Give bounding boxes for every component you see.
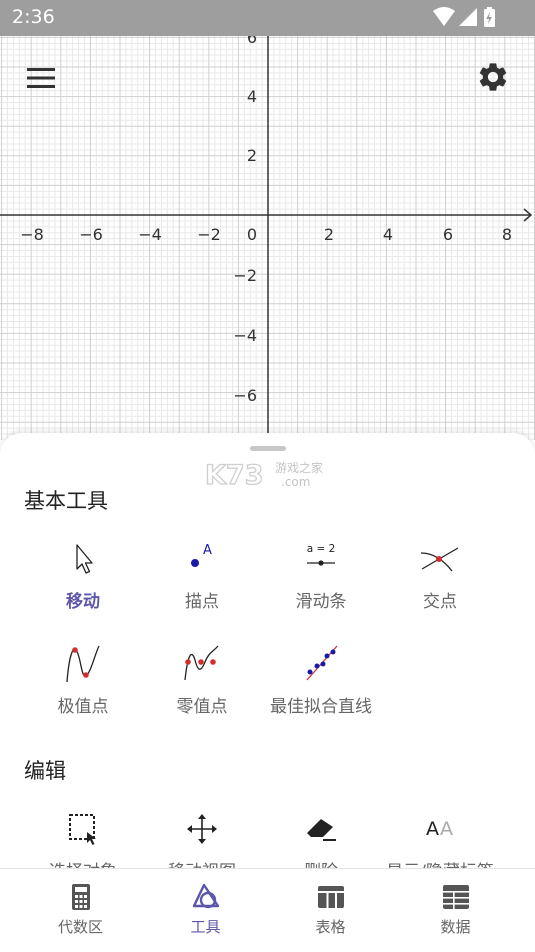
y-tick-label: 4 bbox=[247, 87, 257, 106]
watermark-logo: K73 游戏之家 .com bbox=[205, 459, 323, 491]
roots-icon bbox=[184, 645, 219, 681]
best-fit-line-icon bbox=[306, 645, 338, 681]
tool-point[interactable]: A 描点 bbox=[143, 537, 261, 612]
x-tick-label: −2 bbox=[197, 225, 221, 244]
svg-text:.com: .com bbox=[281, 475, 310, 489]
status-bar: 2:36 bbox=[0, 0, 535, 36]
tool-label: 零值点 bbox=[176, 697, 228, 717]
show-hide-label-icon: A A bbox=[426, 818, 453, 840]
tool-slider[interactable]: a = 2 滑动条 bbox=[262, 537, 380, 612]
x-tick-label: −8 bbox=[20, 225, 44, 244]
svg-text:A: A bbox=[440, 818, 453, 840]
y-tick-label: −2 bbox=[233, 266, 257, 285]
tool-label: 描点 bbox=[185, 592, 219, 612]
tool-extremum[interactable]: 极值点 bbox=[24, 642, 142, 717]
nav-table[interactable]: 表格 bbox=[268, 869, 393, 952]
x-tick-label: 4 bbox=[383, 225, 393, 244]
x-tick-label: −6 bbox=[79, 225, 103, 244]
tool-best-fit-line[interactable]: 最佳拟合直线 bbox=[262, 642, 380, 717]
select-objects-icon bbox=[69, 814, 96, 845]
tools-icon bbox=[192, 883, 219, 909]
wifi-icon bbox=[433, 7, 455, 26]
cursor-arrow-icon bbox=[76, 544, 93, 574]
tool-label: 最佳拟合直线 bbox=[270, 697, 372, 717]
nav-algebra[interactable]: 代数区 bbox=[18, 869, 143, 952]
svg-text:A: A bbox=[426, 818, 439, 840]
move-view-icon bbox=[187, 814, 217, 844]
graphing-view[interactable]: −8 −6 −4 −2 0 2 4 6 8 6 4 2 −2 −4 −6 bbox=[0, 0, 535, 440]
nav-label: 表格 bbox=[315, 918, 346, 936]
tool-move[interactable]: 移动 bbox=[24, 537, 142, 612]
tool-intersect[interactable]: 交点 bbox=[381, 537, 499, 612]
data-icon bbox=[442, 885, 469, 909]
extremum-icon bbox=[66, 645, 100, 683]
section-title-edit: 编辑 bbox=[24, 759, 66, 783]
tool-label: 滑动条 bbox=[295, 592, 347, 612]
gear-icon[interactable] bbox=[476, 60, 510, 94]
nav-label: 工具 bbox=[190, 918, 221, 936]
point-icon: A bbox=[191, 543, 212, 567]
status-time: 2:36 bbox=[12, 6, 55, 28]
svg-text:a = 2: a = 2 bbox=[307, 543, 336, 555]
nav-data[interactable]: 数据 bbox=[393, 869, 518, 952]
calculator-icon bbox=[71, 884, 90, 910]
x-tick-label: −4 bbox=[138, 225, 162, 244]
svg-text:A: A bbox=[203, 543, 212, 558]
section-title-basic-tools: 基本工具 bbox=[24, 489, 108, 513]
tool-roots[interactable]: 零值点 bbox=[143, 642, 261, 717]
x-tick-label: 6 bbox=[443, 225, 453, 244]
svg-text:K73: K73 bbox=[205, 460, 264, 491]
y-tick-label: 2 bbox=[247, 146, 257, 165]
signal-icon bbox=[459, 8, 477, 26]
eraser-icon bbox=[307, 819, 336, 841]
status-icons bbox=[433, 7, 495, 27]
x-tick-label: 8 bbox=[502, 225, 512, 244]
tool-label: 极值点 bbox=[57, 697, 109, 717]
slider-icon: a = 2 bbox=[307, 543, 336, 566]
nav-label: 代数区 bbox=[57, 918, 103, 936]
nav-label: 数据 bbox=[440, 918, 471, 936]
nav-tools[interactable]: 工具 bbox=[143, 869, 268, 952]
table-icon bbox=[317, 886, 344, 908]
bottom-navigation: 代数区 工具 表格 数据 bbox=[0, 868, 535, 952]
intersect-icon bbox=[420, 547, 459, 572]
x-tick-label: 0 bbox=[247, 225, 257, 244]
menu-icon[interactable] bbox=[25, 66, 57, 90]
svg-text:游戏之家: 游戏之家 bbox=[275, 460, 323, 475]
y-tick-label: −6 bbox=[233, 386, 257, 405]
x-tick-label: 2 bbox=[324, 225, 334, 244]
tool-label: 交点 bbox=[423, 592, 457, 612]
drag-handle[interactable] bbox=[250, 446, 286, 451]
y-tick-label: −4 bbox=[233, 326, 257, 345]
tool-label: 移动 bbox=[66, 592, 100, 612]
